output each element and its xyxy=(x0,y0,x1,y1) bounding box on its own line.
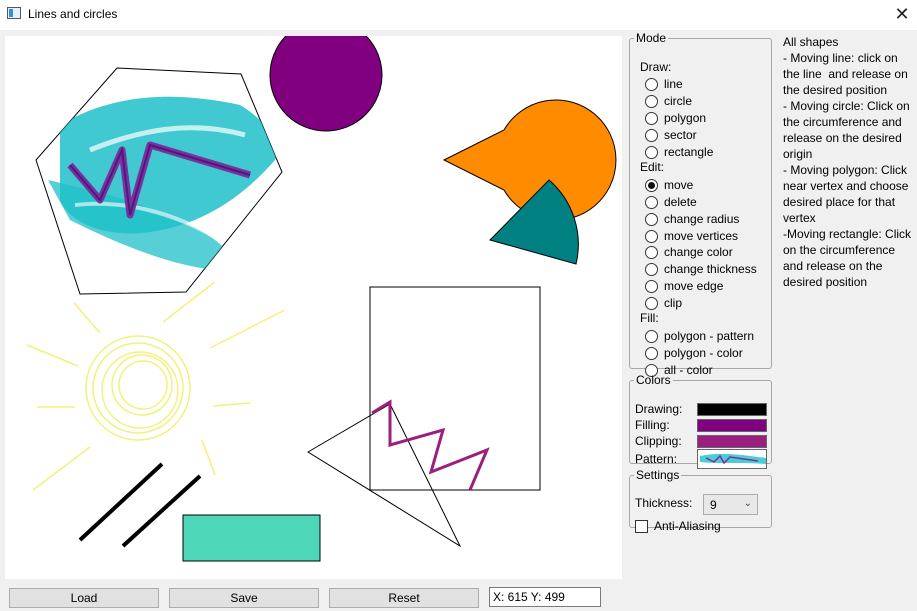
radio-fill-polygon-color[interactable]: polygon - color xyxy=(645,345,743,361)
radio-button[interactable] xyxy=(645,128,658,142)
help-moving-rectangle: -Moving rectangle: Click on the circumfe… xyxy=(783,227,915,289)
radio-button[interactable] xyxy=(645,229,658,243)
pattern-polygon[interactable] xyxy=(35,67,283,295)
radio-label: circle xyxy=(664,94,693,108)
pattern-row: Pattern: xyxy=(635,449,767,469)
drawing-surface[interactable] xyxy=(5,36,622,579)
clipped-zigzag xyxy=(371,399,490,490)
radio-edit-change-color[interactable]: change color xyxy=(645,244,733,260)
chevron-down-icon: ⌄ xyxy=(743,498,752,509)
radio-label: polygon - color xyxy=(664,346,743,360)
radio-label: polygon - pattern xyxy=(664,329,755,343)
filling-color-row: Filling: xyxy=(635,417,767,433)
purple-circle[interactable] xyxy=(269,36,383,132)
radio-label: sector xyxy=(664,128,697,142)
help-moving-polygon: - Moving polygon: Click near vertex and … xyxy=(783,163,912,225)
radio-button[interactable] xyxy=(645,212,658,226)
radio-draw-circle[interactable]: circle xyxy=(645,93,692,109)
sun-shape[interactable] xyxy=(26,281,286,491)
help-moving-line: - Moving line: click on the line and rel… xyxy=(783,51,912,97)
radio-button[interactable] xyxy=(645,279,658,293)
radio-button[interactable] xyxy=(645,329,658,343)
radio-edit-change-radius[interactable]: change radius xyxy=(645,211,739,227)
radio-label: change thickness xyxy=(664,262,757,276)
mode-group: Mode Draw: line circle polygon sector re… xyxy=(629,31,772,377)
radio-edit-move-edge[interactable]: move edge xyxy=(645,278,723,294)
radio-label: change color xyxy=(664,245,733,259)
mode-legend: Mode xyxy=(636,31,667,45)
radio-draw-sector[interactable]: sector xyxy=(645,127,697,143)
thickness-value: 9 xyxy=(710,497,717,512)
radio-edit-move-vertices[interactable]: move vertices xyxy=(645,228,738,244)
triangle-shape[interactable] xyxy=(307,403,462,548)
window-title: Lines and circles xyxy=(28,7,118,21)
radio-label: change radius xyxy=(664,212,740,226)
pattern-preview xyxy=(700,453,766,465)
radio-button[interactable] xyxy=(645,262,658,276)
close-icon[interactable]: ✕ xyxy=(887,0,917,28)
clipping-color-row: Clipping: xyxy=(635,433,767,449)
coordinates-readout: X: 615 Y: 499 xyxy=(489,587,601,607)
drawing-color-label: Drawing: xyxy=(635,402,683,416)
radio-draw-line[interactable]: line xyxy=(645,76,683,92)
radio-draw-polygon[interactable]: polygon xyxy=(645,110,706,126)
help-text: All shapes - Moving line: click on the l… xyxy=(783,34,917,290)
clipping-rectangle[interactable] xyxy=(369,286,541,491)
reset-button[interactable]: Reset xyxy=(329,588,479,608)
radio-label: polygon xyxy=(664,111,707,125)
pattern-swatch[interactable] xyxy=(697,449,767,469)
radio-button[interactable] xyxy=(645,195,658,209)
radio-draw-rectangle[interactable]: rectangle xyxy=(645,144,713,160)
edit-label: Edit: xyxy=(640,160,665,174)
mint-rectangle[interactable] xyxy=(182,514,321,562)
colors-legend: Colors xyxy=(636,373,671,387)
antialiasing-toggle[interactable]: Anti-Aliasing xyxy=(635,519,721,533)
settings-group: Settings Thickness: 9 ⌄ Anti-Aliasing xyxy=(629,468,772,533)
radio-label: move xyxy=(664,178,694,192)
settings-legend: Settings xyxy=(636,468,680,482)
clipping-color-label: Clipping: xyxy=(635,434,682,448)
radio-button[interactable] xyxy=(645,178,658,192)
radio-edit-change-thickness[interactable]: change thickness xyxy=(645,261,757,277)
radio-button[interactable] xyxy=(645,94,658,108)
antialiasing-checkbox[interactable] xyxy=(635,519,648,533)
pattern-label: Pattern: xyxy=(635,452,678,466)
clipping-color-swatch[interactable] xyxy=(697,434,767,448)
radio-label: move edge xyxy=(664,279,724,293)
radio-label: rectangle xyxy=(664,145,714,159)
radio-label: delete xyxy=(664,195,697,209)
radio-fill-polygon-pattern[interactable]: polygon - pattern xyxy=(645,328,754,344)
radio-button[interactable] xyxy=(645,245,658,259)
radio-button[interactable] xyxy=(645,296,658,310)
radio-label: move vertices xyxy=(664,229,739,243)
fill-label: Fill: xyxy=(640,311,659,325)
radio-button[interactable] xyxy=(645,346,658,360)
thickness-label: Thickness: xyxy=(635,496,693,510)
help-heading: All shapes xyxy=(783,35,839,49)
radio-edit-delete[interactable]: delete xyxy=(645,194,697,210)
radio-label: clip xyxy=(664,296,683,310)
antialiasing-label: Anti-Aliasing xyxy=(654,519,721,533)
title-bar: Lines and circles ✕ xyxy=(0,0,917,30)
colors-group: Colors Drawing: Filling: Clipping: Patte… xyxy=(629,373,772,469)
radio-edit-clip[interactable]: clip xyxy=(645,295,682,311)
filling-color-label: Filling: xyxy=(635,418,670,432)
radio-label: line xyxy=(664,77,683,91)
thick-line-1[interactable] xyxy=(78,462,164,542)
thickness-select[interactable]: 9 ⌄ xyxy=(703,494,758,515)
load-button[interactable]: Load xyxy=(9,588,159,608)
filling-color-swatch[interactable] xyxy=(697,418,767,432)
drawing-canvas[interactable] xyxy=(5,36,622,579)
radio-button[interactable] xyxy=(645,111,658,125)
drawing-color-row: Drawing: xyxy=(635,401,767,417)
radio-edit-move[interactable]: move xyxy=(645,177,693,193)
window-app-icon xyxy=(7,7,21,19)
draw-label: Draw: xyxy=(640,60,672,74)
drawing-color-swatch[interactable] xyxy=(697,402,767,416)
radio-button[interactable] xyxy=(645,145,658,159)
radio-button[interactable] xyxy=(645,77,658,91)
save-button[interactable]: Save xyxy=(169,588,319,608)
help-moving-circle: - Moving circle: Click on the circumfere… xyxy=(783,99,914,161)
